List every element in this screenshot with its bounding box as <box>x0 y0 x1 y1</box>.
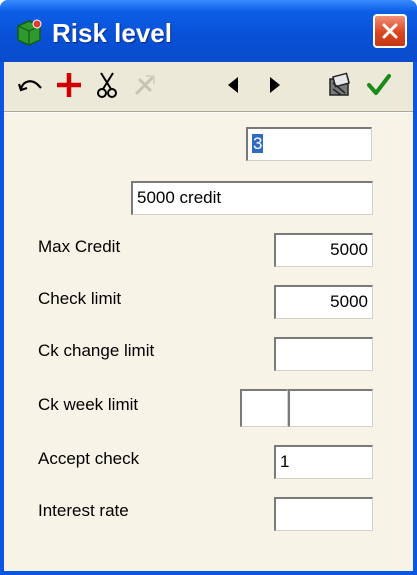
toolbar <box>4 62 413 110</box>
max-credit-label: Max Credit <box>38 237 121 256</box>
report-button[interactable] <box>322 68 356 102</box>
ck-week-limit-label: Ck week limit <box>38 395 139 414</box>
ck-change-limit-label: Ck change limit <box>38 341 155 360</box>
previous-icon <box>228 77 238 93</box>
window-title: Risk level <box>52 18 172 48</box>
app-icon <box>14 18 44 48</box>
code-value: 3 <box>252 134 264 153</box>
max-credit-field[interactable]: 5000 <box>274 233 373 267</box>
ck-week-limit-field-2[interactable] <box>288 389 373 427</box>
undo-button[interactable] <box>14 68 48 102</box>
window: Risk level 3 5000 credit Max Credit 5000… <box>0 0 417 575</box>
add-button[interactable] <box>52 68 86 102</box>
confirm-button[interactable] <box>362 68 396 102</box>
ck-week-limit-field-1[interactable] <box>240 389 288 427</box>
description-field[interactable]: 5000 credit <box>131 181 373 215</box>
accept-check-label: Accept check <box>38 449 140 468</box>
close-button[interactable] <box>373 14 407 48</box>
cut-button[interactable] <box>90 68 124 102</box>
report-icon <box>329 72 350 96</box>
title-bar[interactable]: Risk level <box>0 0 417 62</box>
interest-rate-label: Interest rate <box>38 501 129 520</box>
close-icon <box>382 23 398 39</box>
next-button[interactable] <box>258 68 292 102</box>
check-limit-field[interactable]: 5000 <box>274 285 373 319</box>
previous-button[interactable] <box>216 68 250 102</box>
client-area: 3 5000 credit Max Credit 5000 Check limi… <box>4 62 413 571</box>
ck-change-limit-field[interactable] <box>274 337 373 371</box>
delete-button[interactable] <box>128 68 162 102</box>
code-field[interactable]: 3 <box>246 127 372 161</box>
accept-check-field[interactable]: 1 <box>274 445 373 479</box>
check-limit-label: Check limit <box>38 289 122 308</box>
delete-icon <box>135 75 155 95</box>
add-icon <box>57 73 81 97</box>
interest-rate-field[interactable] <box>274 497 373 531</box>
next-icon <box>270 77 280 93</box>
confirm-icon <box>367 74 391 95</box>
cut-icon <box>97 72 117 98</box>
form-panel: 3 5000 credit Max Credit 5000 Check limi… <box>4 113 413 571</box>
undo-icon <box>17 80 42 92</box>
